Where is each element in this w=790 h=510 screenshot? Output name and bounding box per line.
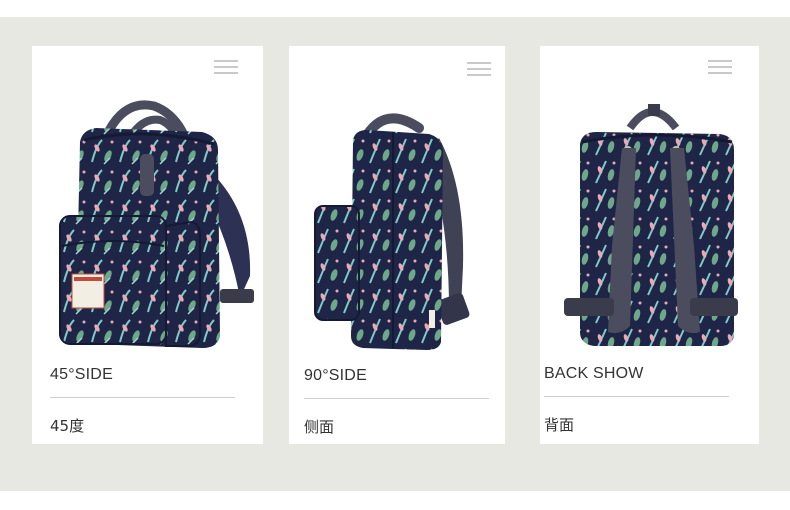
view-card-90: 90°SIDE 侧面 [289, 46, 505, 444]
view-card-45: 45°SIDE 45度 [32, 46, 263, 444]
backpack-back-photo [564, 104, 738, 346]
divider [544, 396, 729, 397]
view-subtitle: 45度 [50, 417, 85, 435]
view-subtitle: 侧面 [304, 418, 335, 436]
view-title: BACK SHOW [544, 365, 644, 382]
view-title: 45°SIDE [50, 366, 113, 383]
divider [50, 397, 235, 398]
divider [304, 398, 489, 399]
view-card-back: BACK SHOW 背面 [540, 46, 759, 444]
backpack-side-photo [314, 113, 470, 350]
backpack-45-photo [59, 100, 254, 348]
view-title: 90°SIDE [304, 367, 367, 384]
view-subtitle: 背面 [544, 416, 575, 434]
